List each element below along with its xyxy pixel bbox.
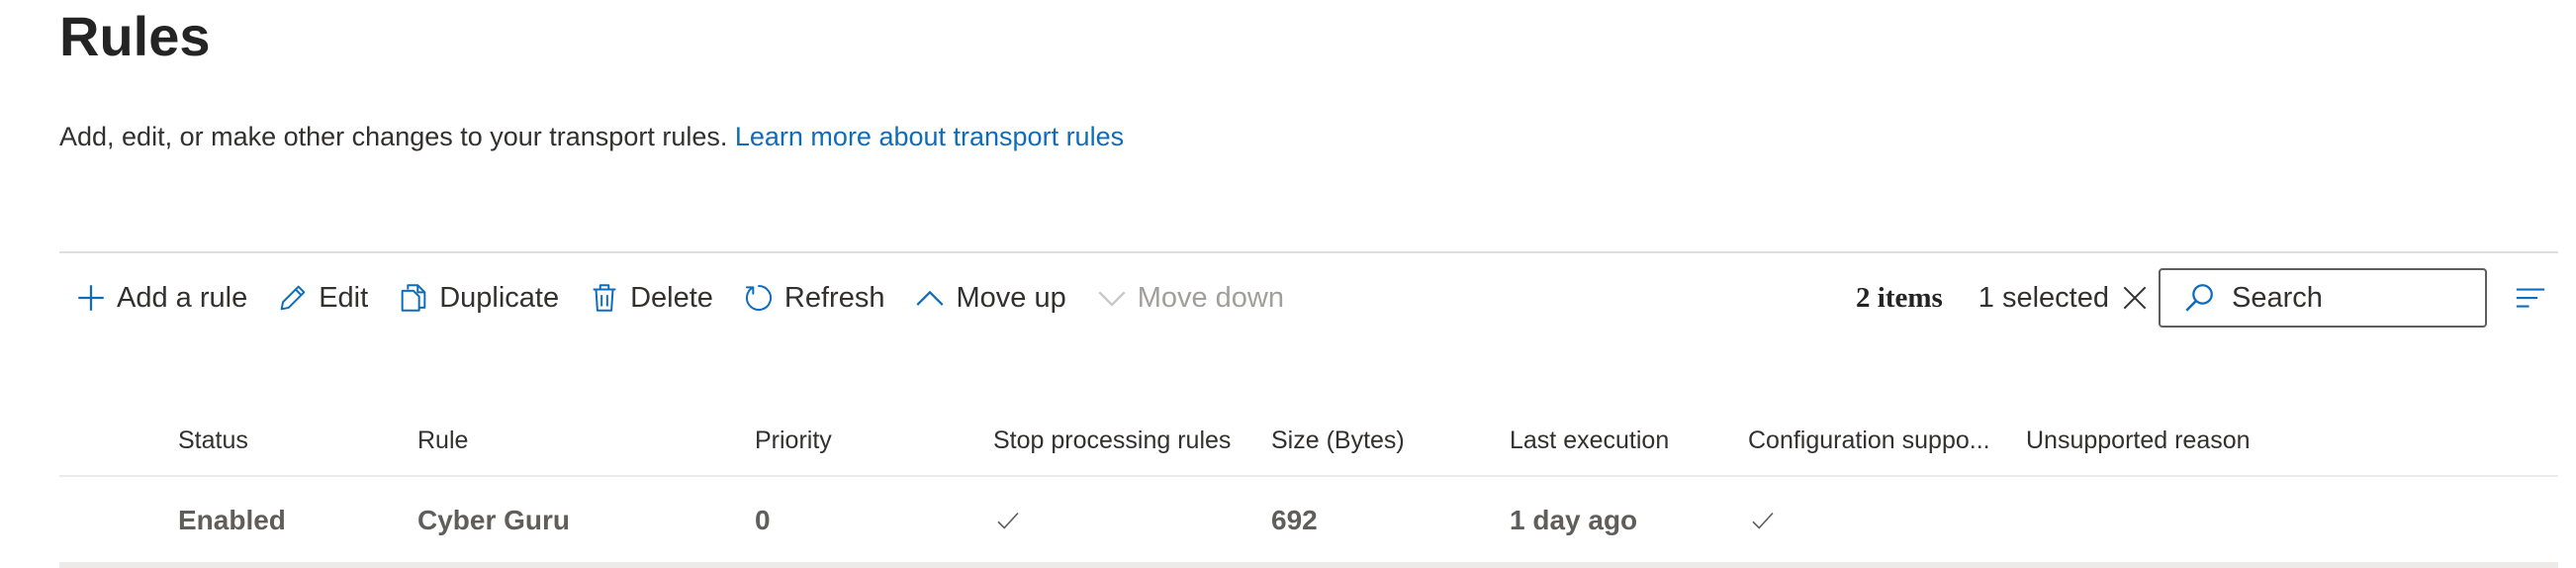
column-header-stop-processing[interactable]: Stop processing rules (993, 406, 1231, 475)
clear-selection-button[interactable] (2115, 278, 2155, 318)
delete-label: Delete (630, 281, 713, 314)
pencil-icon (275, 280, 311, 316)
cell-status: Enabled (178, 505, 286, 535)
description-text: Add, edit, or make other changes to your… (59, 122, 728, 151)
add-rule-label: Add a rule (117, 281, 248, 314)
cell-size: 692 (1271, 505, 1318, 535)
search-input[interactable] (2230, 280, 2471, 316)
refresh-icon (741, 280, 777, 316)
duplicate-label: Duplicate (439, 281, 560, 314)
toolbar-right-group: 2 items 1 selected (1856, 265, 2558, 331)
selected-count: 1 selected (1978, 281, 2109, 314)
column-header-rule[interactable]: Rule (417, 406, 468, 475)
column-header-last-execution[interactable]: Last execution (1510, 406, 1669, 475)
view-options-icon (2516, 288, 2545, 308)
header-divider (59, 251, 2558, 253)
cell-stop-processing (993, 479, 1023, 562)
column-header-status[interactable]: Status (178, 406, 248, 475)
plus-icon (73, 280, 109, 316)
trash-icon (587, 280, 622, 316)
refresh-button[interactable]: Refresh (727, 265, 899, 331)
refresh-label: Refresh (783, 281, 885, 314)
checkmark-icon (1752, 512, 1774, 529)
move-down-button[interactable]: Move down (1080, 265, 1298, 331)
add-rule-button[interactable]: Add a rule (59, 265, 261, 331)
page-description: Add, edit, or make other changes to your… (59, 117, 1124, 156)
column-header-priority[interactable]: Priority (755, 406, 832, 475)
column-header-config-supported[interactable]: Configuration suppo... (1748, 406, 1990, 475)
move-down-label: Move down (1137, 281, 1285, 314)
page-title: Rules (59, 5, 211, 67)
view-options-button[interactable] (2511, 278, 2550, 318)
delete-button[interactable]: Delete (573, 265, 727, 331)
search-box[interactable] (2159, 268, 2487, 328)
column-header-size[interactable]: Size (Bytes) (1271, 406, 1405, 475)
copy-icon (396, 280, 431, 316)
move-up-label: Move up (956, 281, 1066, 314)
chevron-up-icon (912, 280, 948, 316)
search-icon (2185, 284, 2213, 312)
edit-button[interactable]: Edit (261, 265, 382, 331)
chevron-down-icon (1094, 280, 1130, 316)
items-count: 2 items (1856, 281, 1943, 314)
learn-more-link[interactable]: Learn more about transport rules (735, 122, 1124, 151)
cell-config-supported (1748, 479, 1778, 562)
close-icon (2123, 286, 2147, 310)
checkmark-icon (997, 512, 1019, 529)
column-header-unsupported-reason[interactable]: Unsupported reason (2026, 406, 2251, 475)
duplicate-button[interactable]: Duplicate (382, 265, 573, 331)
cell-rule: Cyber Guru (417, 505, 571, 535)
table-header: Status Rule Priority Stop processing rul… (59, 406, 2558, 477)
command-bar: Add a rule Edit Duplicate Delete Refresh… (59, 265, 2558, 331)
table-row[interactable]: Enabled Cyber Guru 0 692 1 day ago (59, 479, 2558, 568)
cell-last-execution: 1 day ago (1510, 505, 1638, 535)
cell-priority: 0 (755, 505, 771, 535)
move-up-button[interactable]: Move up (898, 265, 1079, 331)
edit-label: Edit (319, 281, 369, 314)
